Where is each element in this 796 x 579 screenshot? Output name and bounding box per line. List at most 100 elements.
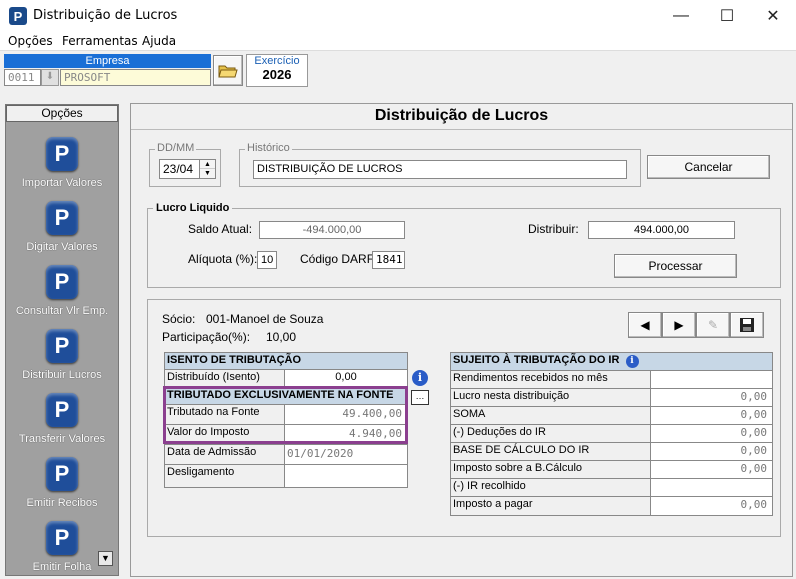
close-button[interactable]: ✕ [750,0,796,32]
sidebar-item-digitar-valores[interactable]: P Digitar Valores [6,201,118,263]
ir-row-value[interactable]: 0,00 [651,443,772,461]
sidebar-item-importar-valores[interactable]: P Importar Valores [6,137,118,199]
lucro-liquido-group: Lucro Liquido Saldo Atual: -494.000,00 D… [147,202,781,288]
aliquota-field[interactable]: 10 [257,251,277,269]
info-icon[interactable]: i [625,355,639,368]
spin-up-icon[interactable]: ▲ [200,160,215,169]
historico-field[interactable]: DISTRIBUIÇÃO DE LUCROS [253,160,627,179]
empresa-name-field[interactable]: PROSOFT [60,69,211,86]
p-logo-icon: P [46,137,78,171]
ir-header-text: SUJEITO À TRIBUTAÇÃO DO IR [453,354,620,366]
scroll-down-icon[interactable]: ▼ [98,551,113,566]
ddmm-label: DD/MM [155,142,197,154]
ir-row-value[interactable]: 0,00 [651,497,772,515]
sidebar-item-transferir-valores[interactable]: P Transferir Valores [6,393,118,455]
darf-label: Código DARF: [300,252,378,266]
window-title-bar: P Distribuição de Lucros — ☐ ✕ [0,0,796,32]
cancel-button[interactable]: Cancelar [647,155,770,179]
arrow-right-icon: ▶ [674,318,684,332]
sidebar-item-emitir-folha[interactable]: P Emitir Folha [6,521,118,579]
ir-row-value[interactable] [651,371,772,389]
sidebar-item-label: Emitir Recibos [26,497,98,509]
ir-row-value[interactable]: 0,00 [651,389,772,407]
ir-row-label: (-) IR recolhido [451,479,651,497]
exercicio-label: Exercício [254,55,300,67]
sidebar-item-label: Distribuir Lucros [22,369,102,381]
socio-value: 001-Manoel de Souza [206,312,324,326]
highlight-box [163,386,408,444]
menu-bar: Opções Ferramentas Ajuda [0,32,796,51]
next-button[interactable]: ▶ [662,312,696,338]
empresa-label: Empresa [4,54,211,68]
save-button[interactable] [730,312,764,338]
exercicio-box: Exercício 2026 [246,54,308,87]
p-logo-icon: P [46,265,78,299]
ddmm-field[interactable]: 23/04 [159,159,199,179]
ir-row-label: Imposto a pagar [451,497,651,515]
ir-row-label: Imposto sobre a B.Cálculo [451,461,651,479]
sidebar-item-distribuir-lucros[interactable]: P Distribuir Lucros [6,329,118,391]
document-delete-icon: ✎ [707,318,719,332]
admissao-field[interactable]: 01/01/2020 [285,445,407,465]
spin-down-icon[interactable]: ▼ [200,169,215,178]
ir-row-label: Lucro nesta distribuição [451,389,651,407]
menu-ferramentas[interactable]: Ferramentas [62,34,138,48]
darf-field[interactable]: 1841 [372,251,405,269]
saldo-label: Saldo Atual: [188,222,253,236]
minimize-button[interactable]: — [658,0,704,32]
p-logo-icon: P [46,521,78,555]
delete-record-button[interactable]: ✎ [696,312,730,338]
ir-row-value[interactable]: 0,00 [651,407,772,425]
admissao-label: Data de Admissão [165,445,285,465]
processar-button[interactable]: Processar [614,254,737,278]
ir-row-label: (-) Deduções do IR [451,425,651,443]
desligamento-label: Desligamento [165,465,285,487]
distribuir-field[interactable]: 494.000,00 [588,221,735,239]
socio-label: Sócio: [162,312,196,326]
desligamento-field[interactable] [285,465,407,487]
arrow-down-icon[interactable]: ⬇ [41,69,59,86]
ir-row-value[interactable] [651,479,772,497]
distribuir-label: Distribuir: [528,222,579,236]
info-icon[interactable]: i [412,370,428,386]
sidebar-item-label: Digitar Valores [26,241,98,253]
page-title: Distribuição de Lucros [131,104,792,130]
isento-header: ISENTO DE TRIBUTAÇÃO [165,353,407,370]
open-folder-button[interactable] [213,55,243,86]
participacao-value: 10,00 [266,330,297,344]
ddmm-group: DD/MM 23/04 ▲ ▼ [149,142,221,187]
ir-row-label: Rendimentos recebidos no mês [451,371,651,389]
sidebar-item-emitir-recibos[interactable]: P Emitir Recibos [6,457,118,519]
maximize-button[interactable]: ☐ [704,0,750,32]
p-logo-icon: P [46,457,78,491]
sidebar-item-label: Transferir Valores [18,433,106,445]
menu-ajuda[interactable]: Ajuda [142,34,176,48]
p-logo-icon: P [46,393,78,427]
arrow-left-icon: ◀ [640,318,650,332]
ddmm-spinner[interactable]: ▲ ▼ [199,159,216,179]
window-title: Distribuição de Lucros [33,8,178,23]
ir-row-label: SOMA [451,407,651,425]
empresa-code-field[interactable]: 0011 [4,69,41,86]
app-logo-icon: P [9,7,27,25]
historico-label: Histórico [245,142,292,154]
ir-row-label: BASE DE CÁLCULO DO IR [451,443,651,461]
sidebar: Opções P Importar Valores P Digitar Valore… [5,104,119,576]
ir-table: SUJEITO À TRIBUTAÇÃO DO IR i Rendimentos… [450,352,773,516]
previous-button[interactable]: ◀ [628,312,662,338]
menu-opcoes[interactable]: Opções [8,34,53,48]
ir-header: SUJEITO À TRIBUTAÇÃO DO IR i [451,353,772,371]
sidebar-item-consultar-vlr-emp[interactable]: P Consultar Vlr Emp. [6,265,118,327]
socio-section: Sócio: 001-Manoel de Souza Participação(… [147,299,781,537]
ir-row-value[interactable]: 0,00 [651,461,772,479]
lucro-liquido-title: Lucro Liquido [153,202,233,214]
p-logo-icon: P [46,201,78,235]
historico-group: Histórico DISTRIBUIÇÃO DE LUCROS [239,142,641,187]
ellipsis-button[interactable]: … [411,390,429,405]
sidebar-title: Opções [6,105,118,122]
saldo-field[interactable]: -494.000,00 [259,221,405,239]
main-panel: Distribuição de Lucros DD/MM 23/04 ▲ ▼ H… [130,103,793,577]
ir-row-value[interactable]: 0,00 [651,425,772,443]
folder-icon [218,65,238,77]
exercicio-year: 2026 [262,67,292,82]
